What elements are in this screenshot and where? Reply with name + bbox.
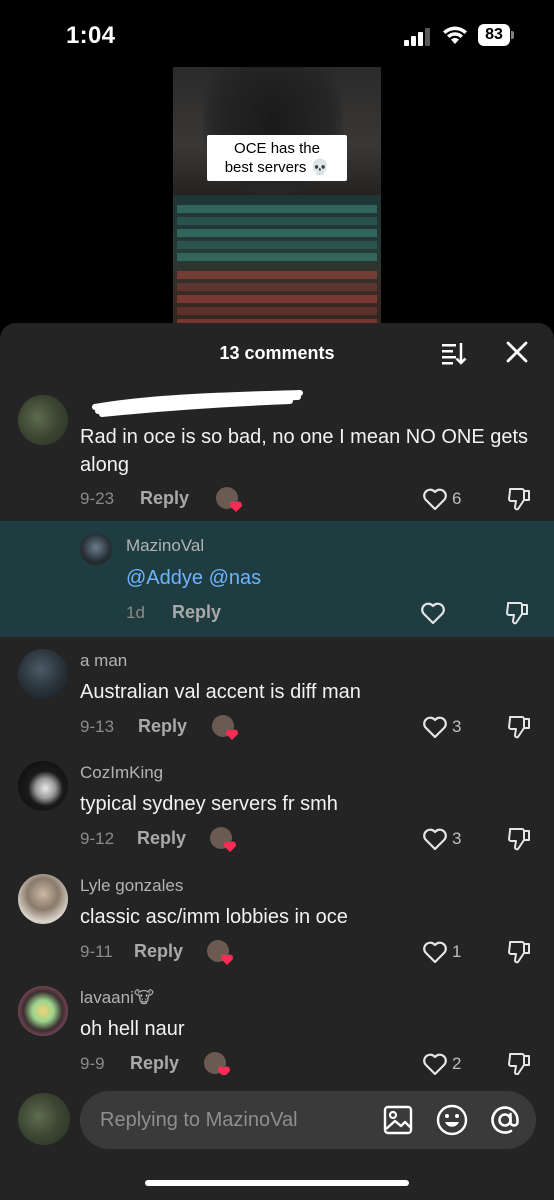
sort-icon[interactable] — [440, 339, 468, 367]
avatar[interactable] — [80, 533, 112, 565]
video-preview[interactable]: OCE has the best servers 💀 — [173, 67, 381, 337]
avatar[interactable] — [18, 395, 68, 445]
comment-username[interactable]: CozImKing — [80, 763, 163, 783]
battery-level: 83 — [478, 24, 510, 46]
comments-sheet: 13 comments Rad in oce is so bad, no one… — [0, 323, 554, 1200]
comment-input-container[interactable] — [80, 1091, 536, 1149]
comment-text: typical sydney servers fr smh — [80, 793, 338, 815]
comment-input[interactable] — [100, 1091, 380, 1149]
like-count: 1 — [452, 942, 462, 961]
like-count: 3 — [452, 829, 462, 848]
signal-icon — [404, 28, 430, 46]
creator-liked-icon — [207, 940, 234, 965]
like-count: 6 — [452, 489, 462, 508]
creator-liked-icon — [216, 487, 243, 512]
comment-text: Australian val accent is diff man — [80, 681, 361, 703]
scoreboard-image — [173, 195, 381, 337]
heart-icon[interactable] — [422, 715, 448, 739]
image-icon[interactable] — [382, 1104, 414, 1136]
creator-liked-icon — [212, 715, 239, 740]
redaction-mark — [92, 390, 303, 417]
comment-mention[interactable]: @Addye @nas — [126, 564, 261, 592]
comment-username[interactable]: MazinoVal — [126, 536, 204, 556]
comment-text: oh hell naur — [80, 1018, 185, 1040]
comment-date: 9-11 — [80, 942, 113, 961]
dislike-icon[interactable] — [506, 1051, 532, 1077]
comment-username[interactable]: lavaani🐮 — [80, 988, 154, 1008]
like-count: 3 — [452, 717, 462, 736]
comment-date: 9-9 — [80, 1054, 105, 1073]
wifi-icon — [443, 26, 467, 44]
battery-indicator: 83 — [478, 24, 514, 46]
emoji-icon[interactable] — [435, 1103, 469, 1137]
comment-date: 9-13 — [80, 717, 115, 736]
heart-icon[interactable] — [422, 487, 448, 511]
reply-button[interactable]: Reply — [138, 716, 187, 737]
reply-button[interactable]: Reply — [140, 488, 189, 509]
avatar[interactable] — [18, 761, 68, 811]
reply-button[interactable]: Reply — [130, 1053, 179, 1074]
heart-icon[interactable] — [422, 1052, 448, 1076]
dislike-icon[interactable] — [506, 714, 532, 740]
dislike-icon[interactable] — [506, 826, 532, 852]
comment-date: 9-12 — [80, 829, 115, 848]
avatar[interactable] — [18, 874, 68, 924]
my-avatar — [18, 1093, 70, 1145]
comments-count-title: 13 comments — [219, 343, 335, 363]
status-time: 1:04 — [66, 22, 116, 49]
dislike-icon[interactable] — [504, 600, 530, 626]
like-count: 2 — [452, 1054, 462, 1073]
heart-icon[interactable] — [422, 827, 448, 851]
home-indicator — [145, 1180, 409, 1186]
comment-date: 9-23 — [80, 489, 115, 508]
dislike-icon[interactable] — [506, 486, 532, 512]
reply-button[interactable]: Reply — [134, 941, 183, 962]
reply-button[interactable]: Reply — [172, 602, 221, 623]
heart-icon[interactable] — [422, 940, 448, 964]
video-caption: OCE has the best servers 💀 — [207, 135, 347, 181]
comment-username[interactable]: Lyle gonzales — [80, 876, 183, 896]
highlighted-reply: MazinoVal @Addye @nas 1d Reply — [0, 521, 554, 637]
comment-text: Rad in oce is so bad, no one I mean NO O… — [80, 426, 529, 476]
avatar[interactable] — [18, 986, 68, 1036]
comment-date: 1d — [126, 603, 145, 622]
reply-button[interactable]: Reply — [137, 828, 186, 849]
mention-icon[interactable] — [488, 1103, 522, 1137]
creator-liked-icon — [210, 827, 237, 852]
heart-icon[interactable] — [420, 601, 446, 625]
avatar[interactable] — [18, 649, 68, 699]
comment-username[interactable]: a man — [80, 651, 127, 671]
close-icon[interactable] — [504, 339, 530, 365]
dislike-icon[interactable] — [506, 939, 532, 965]
comment-text: classic asc/imm lobbies in oce — [80, 906, 348, 928]
sheet-header: 13 comments — [0, 323, 554, 381]
status-bar: 1:04 83 — [0, 0, 554, 70]
